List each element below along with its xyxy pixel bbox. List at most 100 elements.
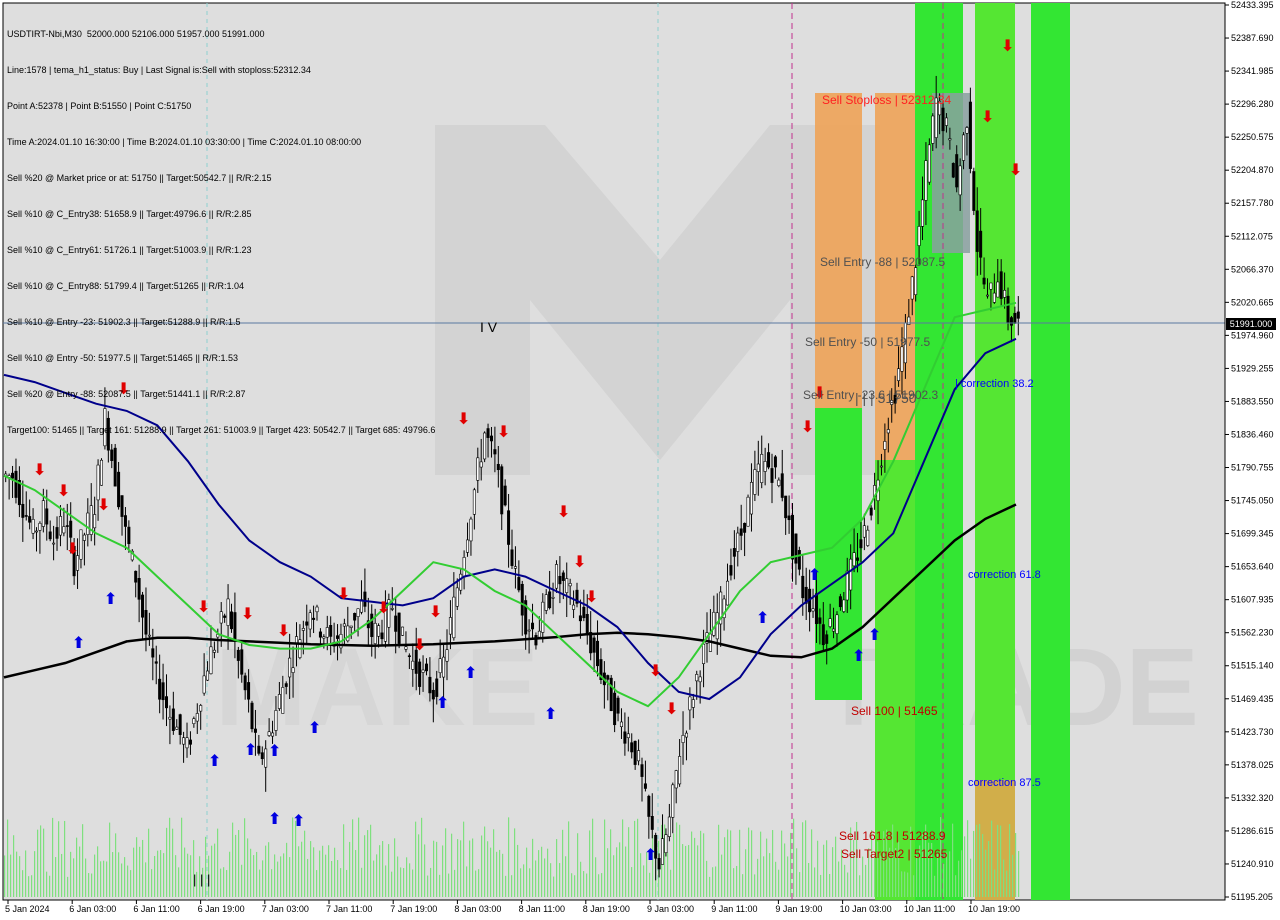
volume-bar — [307, 858, 309, 897]
volume-bar — [862, 856, 864, 897]
volume-bar — [64, 820, 66, 897]
candle-body — [647, 795, 651, 817]
candle-body — [223, 615, 227, 618]
sell-arrow: ⬇ — [457, 411, 470, 428]
candle-body — [510, 549, 514, 566]
y-tick-label: 51653.640 — [1231, 562, 1274, 572]
y-tick-label: 52112.075 — [1231, 231, 1273, 241]
volume-bar — [43, 828, 45, 897]
candle-body — [835, 614, 839, 634]
y-tick-label: 52066.370 — [1231, 264, 1274, 274]
info-line: Sell %10 @ Entry -23: 51902.3 || Target:… — [7, 317, 241, 327]
volume-bar — [496, 851, 498, 897]
candle-body — [794, 533, 798, 564]
volume-bar — [640, 853, 642, 897]
candle-body — [493, 449, 497, 455]
candle-body — [164, 696, 168, 709]
candle-body — [123, 515, 127, 527]
volume-bar — [835, 836, 837, 897]
volume-bar — [487, 841, 489, 897]
volume-bar — [718, 824, 720, 897]
volume-bar — [484, 826, 486, 897]
candle-body — [828, 618, 832, 627]
candle-body — [541, 601, 545, 633]
volume-bar — [283, 853, 285, 897]
volume-bar — [973, 830, 975, 897]
y-tick-label: 52157.780 — [1231, 198, 1274, 208]
candle-body — [743, 522, 747, 533]
volume-bar — [805, 820, 807, 897]
candle-body — [698, 676, 702, 683]
candle-body — [773, 456, 777, 468]
volume-bar — [904, 871, 906, 897]
candle-body — [527, 629, 531, 632]
candle-body — [558, 575, 562, 585]
volume-bar — [535, 860, 537, 897]
info-line: Sell %20 @ Market price or at: 51750 || … — [7, 173, 272, 183]
candle-body — [914, 267, 918, 295]
volume-bar — [643, 865, 645, 897]
volume-bar — [100, 861, 102, 897]
candle-body — [832, 628, 836, 632]
volume-bar — [286, 842, 288, 897]
candle-body — [979, 230, 983, 258]
volume-bar — [409, 863, 411, 897]
candle-body — [158, 678, 162, 700]
candle-body — [760, 454, 764, 483]
info-line: Sell %10 @ C_Entry38: 51658.9 || Target:… — [7, 209, 252, 219]
candle-body — [749, 482, 753, 515]
volume-bar — [271, 869, 273, 897]
annotation-sell-100: Sell 100 | 51465 — [851, 704, 938, 718]
sell-arrow: ⬇ — [66, 541, 79, 558]
candle-body — [11, 472, 15, 479]
info-line: Line:1578 | tema_h1_status: Buy | Last S… — [7, 65, 311, 75]
y-tick-label: 51195.205 — [1231, 892, 1273, 902]
candle-body — [99, 459, 103, 486]
candle-body — [342, 623, 346, 627]
volume-bar — [598, 874, 600, 897]
candle-body — [862, 525, 866, 538]
candle-body — [274, 710, 278, 731]
candle-body — [537, 630, 541, 638]
volume-bar — [235, 834, 237, 897]
candle-body — [548, 591, 552, 609]
candle-body — [312, 617, 316, 620]
volume-bar — [796, 848, 798, 897]
volume-bar — [133, 847, 135, 897]
candle-body — [787, 515, 791, 521]
volume-bar — [595, 857, 597, 897]
volume-bar — [934, 875, 936, 897]
candle-body — [185, 737, 189, 749]
candle-body — [845, 570, 849, 601]
volume-bar — [619, 842, 621, 897]
buy-arrow: ⬆ — [72, 635, 85, 652]
candle-body — [240, 649, 244, 675]
volume-bar — [229, 851, 231, 897]
volume-bar — [604, 819, 606, 897]
candle-body — [684, 732, 688, 738]
buy-arrow: ⬆ — [464, 665, 477, 682]
volume-bar — [712, 867, 714, 897]
x-tick-label: 8 Jan 19:00 — [583, 904, 630, 914]
volume-bar — [46, 871, 48, 897]
candle-body — [944, 117, 948, 126]
candle-body — [643, 783, 647, 789]
volume-bar — [13, 835, 15, 897]
candle-body — [746, 496, 750, 527]
candle-body — [380, 632, 384, 640]
candle-body — [356, 608, 360, 617]
volume-bar — [874, 856, 876, 897]
volume-bar — [826, 840, 828, 897]
volume-bar — [997, 824, 999, 897]
volume-bar — [460, 840, 462, 897]
volume-bar — [295, 820, 297, 897]
candle-body — [134, 570, 138, 583]
candle-body — [534, 635, 538, 646]
volume-bar — [703, 833, 705, 897]
volume-bar — [514, 828, 516, 897]
candle-body — [616, 697, 620, 714]
volume-bar — [337, 860, 339, 897]
sell-arrow: ⬇ — [801, 419, 814, 436]
candle-body — [736, 532, 740, 552]
volume-bar — [544, 858, 546, 897]
